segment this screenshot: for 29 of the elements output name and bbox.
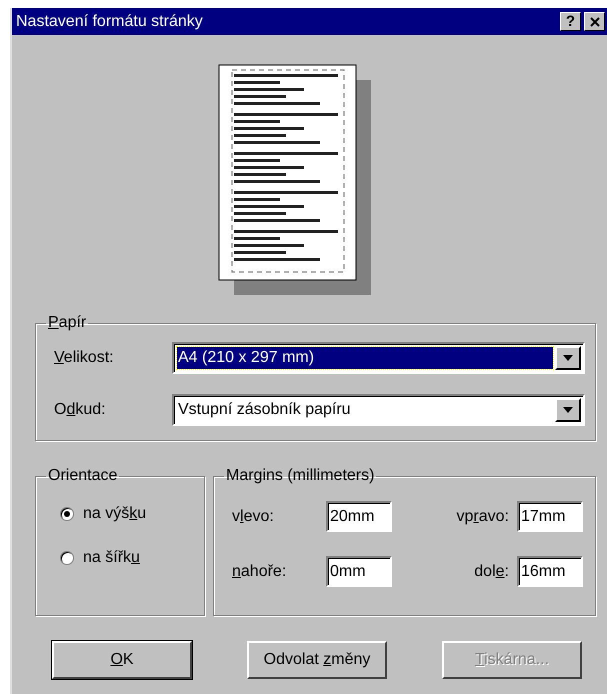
margin-input[interactable]: 17mm — [517, 501, 583, 532]
dropdown-field[interactable]: Vstupní zásobník papíru — [172, 394, 585, 426]
radio-button[interactable] — [60, 507, 74, 521]
field-label: vpravo: — [456, 508, 509, 526]
margin-input[interactable]: 20mm — [326, 501, 392, 532]
radio-button[interactable] — [60, 551, 74, 565]
margin-input[interactable]: 16mm — [517, 556, 583, 587]
group-label: Papír — [47, 314, 88, 332]
field-label: nahoře: — [232, 562, 288, 580]
dialog-button[interactable]: OK — [52, 641, 192, 679]
dropdown-field[interactable]: A4 (210 x 297 mm) — [172, 342, 585, 374]
close-icon — [590, 16, 600, 26]
field-label: dole: — [474, 562, 509, 580]
radio-option[interactable]: na výšku — [60, 505, 194, 523]
help-button[interactable]: ? — [560, 12, 581, 31]
dropdown-arrow-icon — [563, 355, 573, 361]
group-label: Margins (millimeters) — [225, 467, 376, 485]
field-label: Odkud: — [54, 401, 107, 419]
dropdown-button[interactable] — [555, 346, 581, 370]
radio-option[interactable]: na šířku — [60, 549, 194, 567]
margin-input[interactable]: 0mm — [326, 556, 392, 587]
field-label: vlevo: — [232, 508, 275, 526]
dialog-button[interactable]: Odvolat změny — [247, 641, 387, 679]
close-button[interactable] — [584, 12, 605, 31]
window-title: Nastavení formátu stránky — [16, 12, 204, 30]
field-label: Velikost: — [54, 349, 115, 367]
group-label: Orientace — [47, 467, 118, 485]
dropdown-button[interactable] — [555, 398, 581, 422]
dropdown-arrow-icon — [563, 407, 573, 413]
